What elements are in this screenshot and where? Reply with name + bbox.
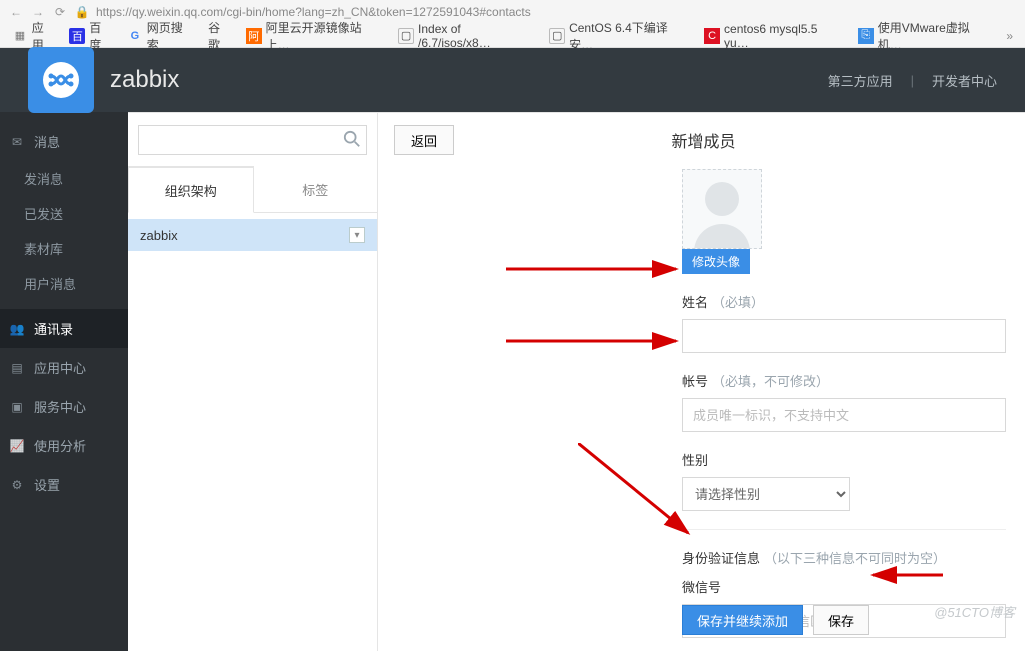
sidebar-item-send[interactable]: 发消息: [0, 161, 128, 196]
detail-panel: 返回 新增成员 修改头像 姓名（必填） 帐号（必填，不可修改: [378, 113, 1025, 651]
sidebar-analysis[interactable]: 📈使用分析: [0, 426, 128, 465]
reload-icon[interactable]: ⟳: [52, 4, 68, 20]
divider: |: [911, 73, 914, 88]
header-right: 第三方应用 | 开发者中心: [828, 48, 997, 112]
tree-list: zabbix ▾: [128, 213, 377, 651]
footer-buttons: 保存并继续添加 保存: [682, 605, 869, 635]
apps-icon: ▦: [12, 28, 28, 44]
account-input[interactable]: [682, 398, 1006, 432]
search-box: [138, 125, 367, 155]
contacts-icon: 👥: [10, 322, 24, 336]
sidebar-service[interactable]: ▣服务中心: [0, 387, 128, 426]
account-label: 帐号（必填，不可修改）: [682, 371, 1009, 390]
sidebar-item-material[interactable]: 素材库: [0, 231, 128, 266]
save-button[interactable]: 保存: [813, 605, 869, 635]
ali-icon: 阿: [246, 28, 262, 44]
lock-icon: 🔒: [74, 4, 90, 20]
chevron-down-icon[interactable]: ▾: [349, 227, 365, 243]
page-icon: ▢: [398, 28, 414, 44]
content-row: 组织架构 标签 zabbix ▾ 返回 新增成员: [128, 112, 1025, 651]
baidu-icon: 百: [69, 28, 85, 44]
link-devcenter[interactable]: 开发者中心: [932, 71, 997, 90]
search-input[interactable]: [138, 125, 367, 155]
browser-chrome: ← → ⟳ 🔒 https://qy.weixin.qq.com/cgi-bin…: [0, 0, 1025, 48]
chart-icon: 📈: [10, 439, 24, 453]
sidebar-settings[interactable]: ⚙设置: [0, 465, 128, 504]
page-title: 新增成员: [454, 128, 953, 152]
sidebar-item-sent[interactable]: 已发送: [0, 196, 128, 231]
main-area: 组织架构 标签 zabbix ▾ 返回 新增成员: [128, 112, 1025, 651]
bookmark-overflow[interactable]: »: [1006, 29, 1013, 43]
watermark: @51CTO博客: [934, 602, 1015, 621]
app-header: zabbix 第三方应用 | 开发者中心: [0, 48, 1025, 112]
left-panel: 组织架构 标签 zabbix ▾: [128, 113, 378, 651]
sidebar: ✉消息 发消息 已发送 素材库 用户消息 👥通讯录 ▤应用中心 ▣服务中心 📈使…: [0, 112, 128, 651]
tab-tag[interactable]: 标签: [254, 167, 378, 213]
search-icon[interactable]: [343, 130, 361, 151]
wechat-label: 微信号: [682, 577, 1009, 596]
gender-label: 性别: [682, 450, 1009, 469]
url-text[interactable]: https://qy.weixin.qq.com/cgi-bin/home?la…: [96, 5, 1017, 19]
link-thirdparty[interactable]: 第三方应用: [828, 71, 893, 90]
back-button[interactable]: 返回: [394, 125, 454, 155]
tab-org[interactable]: 组织架构: [128, 166, 254, 213]
google-icon: G: [127, 28, 143, 44]
bookmark-indexof[interactable]: ▢Index of /6.7/isos/x8…: [398, 22, 535, 50]
sidebar-contacts[interactable]: 👥通讯录: [0, 309, 128, 348]
nav-forward-icon[interactable]: →: [30, 4, 46, 20]
app-icon: ▤: [10, 361, 24, 375]
chat-dna-icon: [41, 60, 81, 100]
save-continue-button[interactable]: 保存并继续添加: [682, 605, 803, 635]
sidebar-item-usermsg[interactable]: 用户消息: [0, 266, 128, 301]
nav-back-icon[interactable]: ←: [8, 4, 24, 20]
message-icon: ✉: [10, 135, 24, 149]
tree-tabs: 组织架构 标签: [128, 167, 377, 213]
tree-item-label: zabbix: [140, 228, 178, 243]
name-label: 姓名（必填）: [682, 292, 1009, 311]
vmware-icon: ⎘: [858, 28, 874, 44]
arrow-annotation: [506, 329, 686, 353]
bookmarks-bar: ▦应用 百百度 G网页搜索 谷歌 阿阿里云开源镜像站上… ▢Index of /…: [0, 23, 1025, 48]
centos-icon: C: [704, 28, 720, 44]
service-icon: ▣: [10, 400, 24, 414]
name-input[interactable]: [682, 319, 1006, 353]
bookmark-centos6mysql[interactable]: Ccentos6 mysql5.5 yu…: [704, 22, 844, 50]
idinfo-label: 身份验证信息（以下三种信息不可同时为空）: [682, 548, 1009, 567]
app-logo: [28, 47, 94, 113]
form-area: 修改头像 姓名（必填） 帐号（必填，不可修改） 性别 请选择性别: [682, 169, 1009, 638]
sidebar-msg-header[interactable]: ✉消息: [0, 122, 128, 161]
tree-item-zabbix[interactable]: zabbix ▾: [128, 219, 377, 251]
change-avatar-button[interactable]: 修改头像: [682, 249, 750, 274]
gender-select[interactable]: 请选择性别: [682, 477, 850, 511]
avatar-placeholder[interactable]: [682, 169, 762, 249]
brand-title: zabbix: [110, 66, 179, 94]
avatar-head-icon: [705, 182, 739, 216]
app-body: ✉消息 发消息 已发送 素材库 用户消息 👥通讯录 ▤应用中心 ▣服务中心 📈使…: [0, 112, 1025, 651]
arrow-annotation: [506, 257, 686, 281]
divider: [682, 529, 1006, 530]
gear-icon: ⚙: [10, 478, 24, 492]
avatar-body-icon: [694, 224, 750, 249]
page-icon: ▢: [549, 28, 565, 44]
sidebar-appcenter[interactable]: ▤应用中心: [0, 348, 128, 387]
